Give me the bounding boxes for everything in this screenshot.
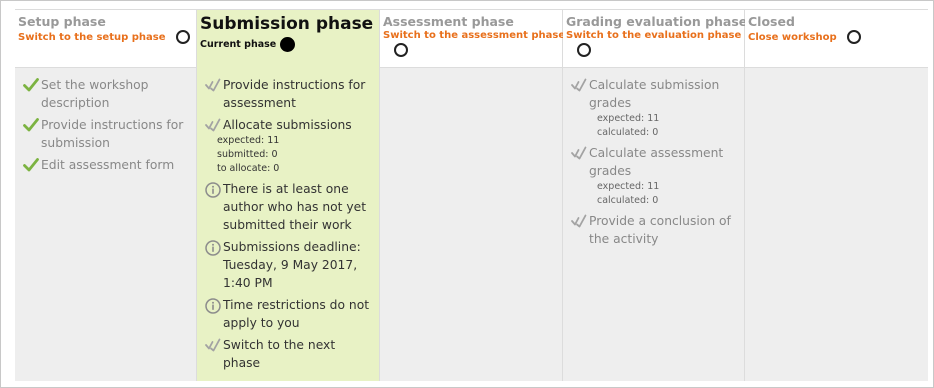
phase-title: Assessment phase	[383, 14, 514, 29]
workshop-planner: Setup phase Switch to the setup phase Se…	[15, 9, 928, 381]
task-item: Calculate assessment grades	[569, 144, 738, 180]
phase-assessment-tasks	[380, 68, 562, 381]
detail-line: to allocate: 0	[217, 163, 280, 174]
phase-title: Grading evaluation phase	[566, 14, 748, 29]
current-phase-dot-icon	[280, 37, 296, 52]
phase-submission-header: Submission phase Current phase	[197, 10, 379, 68]
detail-line: expected: 11	[597, 113, 660, 124]
task-details: expected: 11 submitted: 0 to allocate: 0	[217, 134, 373, 176]
switch-to-evaluation-link[interactable]: Switch to the evaluation phase	[566, 30, 741, 41]
task-label: Set the workshop description	[41, 78, 149, 110]
task-item: Submissions deadline: Tuesday, 9 May 201…	[203, 238, 373, 292]
detail-line: submitted: 0	[217, 149, 278, 160]
task-label: Time restrictions do not apply to you	[223, 298, 370, 330]
phase-setup-tasks: Set the workshop description Provide ins…	[15, 68, 196, 381]
switch-phase-circle-icon[interactable]	[577, 43, 591, 57]
task-details: expected: 11 calculated: 0	[597, 112, 738, 140]
phase-title: Setup phase	[18, 14, 106, 29]
task-label: Provide instructions for submission	[41, 118, 184, 150]
phase-setup: Setup phase Switch to the setup phase Se…	[15, 10, 197, 381]
task-item: Edit assessment form	[21, 156, 190, 174]
task-label: Edit assessment form	[41, 158, 175, 172]
task-item: There is at least one author who has not…	[203, 180, 373, 234]
task-item: Provide a conclusion of the activity	[569, 212, 738, 248]
green-check-icon	[21, 156, 41, 172]
phase-title: Submission phase	[200, 14, 374, 34]
switch-phase-circle-icon[interactable]	[846, 30, 861, 44]
task-label: Switch to the next phase	[223, 338, 336, 370]
switch-phase-circle-icon[interactable]	[394, 43, 408, 57]
phase-submission-tasks: Provide instructions for assessment Allo…	[197, 68, 379, 381]
close-workshop-link[interactable]: Close workshop	[748, 32, 837, 43]
workshop-planner-frame: Setup phase Switch to the setup phase Se…	[0, 0, 934, 388]
task-label: Provide instructions for assessment	[223, 78, 366, 110]
phase-submission: Submission phase Current phase Provide i…	[197, 10, 380, 381]
phase-assessment: Assessment phase Switch to the assessmen…	[380, 10, 565, 381]
todo-check-icon	[569, 144, 589, 160]
phase-setup-header: Setup phase Switch to the setup phase	[15, 10, 196, 68]
detail-line: calculated: 0	[597, 195, 659, 206]
info-icon	[203, 296, 223, 314]
todo-check-icon	[203, 116, 223, 132]
detail-line: expected: 11	[597, 181, 660, 192]
task-label: Calculate assessment grades	[589, 146, 724, 178]
todo-check-icon	[203, 76, 223, 92]
task-details: expected: 11 calculated: 0	[597, 180, 738, 208]
task-label: Provide a conclusion of the activity	[589, 214, 731, 246]
phase-assessment-header: Assessment phase Switch to the assessmen…	[380, 10, 565, 68]
phase-closed-header: Closed Close workshop	[745, 10, 928, 68]
task-label: Allocate submissions	[223, 118, 352, 132]
task-item: Switch to the next phase	[203, 336, 373, 372]
task-label: Calculate submission grades	[589, 78, 720, 110]
task-item: Time restrictions do not apply to you	[203, 296, 373, 332]
switch-to-setup-link[interactable]: Switch to the setup phase	[18, 32, 166, 43]
switch-to-assessment-link[interactable]: Switch to the assessment phase	[383, 30, 565, 41]
todo-check-icon	[203, 336, 223, 352]
phase-grading-tasks: Calculate submission grades expected: 11…	[563, 68, 744, 381]
green-check-icon	[21, 116, 41, 132]
phase-title: Closed	[748, 14, 795, 29]
phase-closed: Closed Close workshop	[745, 10, 928, 381]
info-icon	[203, 238, 223, 256]
phase-closed-tasks	[745, 68, 928, 381]
detail-line: expected: 11	[217, 135, 280, 146]
todo-check-icon	[569, 212, 589, 228]
todo-check-icon	[569, 76, 589, 92]
task-item: Allocate submissions	[203, 116, 373, 134]
info-icon	[203, 180, 223, 198]
green-check-icon	[21, 76, 41, 92]
detail-line: calculated: 0	[597, 127, 659, 138]
phase-grading-header: Grading evaluation phase Switch to the e…	[563, 10, 748, 68]
task-label: There is at least one author who has not…	[223, 182, 367, 232]
phase-grading-evaluation: Grading evaluation phase Switch to the e…	[563, 10, 748, 381]
switch-phase-circle-icon[interactable]	[175, 30, 190, 44]
task-item: Provide instructions for submission	[21, 116, 190, 152]
current-phase-label: Current phase	[200, 39, 277, 50]
task-item: Set the workshop description	[21, 76, 190, 112]
task-item: Provide instructions for assessment	[203, 76, 373, 112]
task-label: Submissions deadline: Tuesday, 9 May 201…	[223, 240, 361, 290]
task-item: Calculate submission grades	[569, 76, 738, 112]
